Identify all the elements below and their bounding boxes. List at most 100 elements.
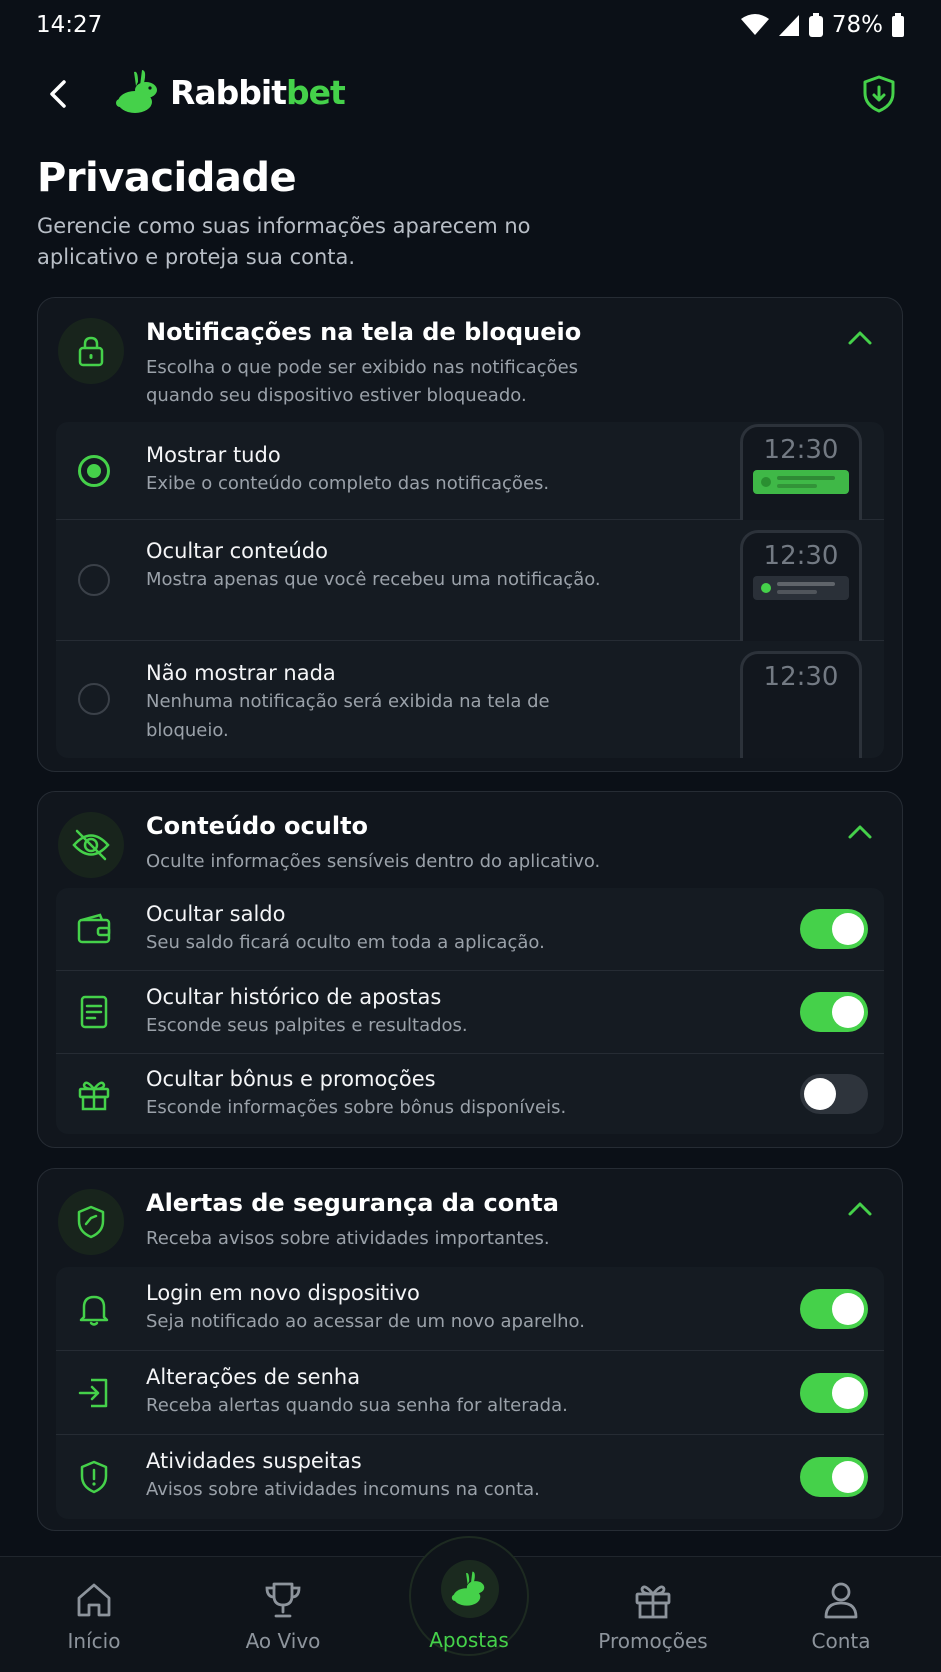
preview-time: 12:30	[763, 662, 839, 692]
preview-notification-minimal	[753, 576, 849, 600]
section-title: Conteúdo oculto	[146, 812, 369, 840]
option-title: Não mostrar nada	[146, 661, 336, 685]
gift-icon	[70, 1070, 118, 1118]
apostas-icon-badge	[441, 1560, 499, 1618]
status-bar: 14:27 78%	[0, 0, 941, 50]
status-time: 14:27	[36, 12, 103, 38]
nav-label: Conta	[811, 1629, 871, 1653]
battery-percent: 78%	[831, 12, 883, 38]
security-alerts-header[interactable]: Alertas de segurança da conta Receba avi…	[38, 1169, 902, 1261]
section-title: Alertas de segurança da conta	[146, 1189, 559, 1217]
rabbit-logo-icon	[116, 70, 157, 113]
option-show-nothing[interactable]: Não mostrar nada Nenhuma notificação ser…	[56, 641, 884, 758]
receipt-icon	[70, 988, 118, 1036]
shield-alert-icon	[70, 1453, 118, 1501]
section-title: Notificações na tela de bloqueio	[146, 318, 582, 346]
security-alerts-card: Alertas de segurança da conta Receba avi…	[37, 1168, 903, 1531]
chevron-up-icon[interactable]	[844, 1193, 876, 1225]
setting-title: Ocultar histórico de apostas	[146, 985, 442, 1009]
brand-name-green: bet	[286, 72, 346, 112]
security-alerts-list: Login em novo dispositivo Seja notificad…	[56, 1267, 884, 1519]
nav-item-apostas[interactable]: Apostas	[409, 1536, 529, 1656]
option-description: Mostra apenas que você recebeu uma notif…	[146, 569, 601, 590]
shield-download-icon	[863, 75, 895, 113]
setting-description: Receba alertas quando sua senha for alte…	[146, 1395, 568, 1416]
setting-title: Atividades suspeitas	[146, 1449, 362, 1473]
brand-logo: Rabbitbet	[116, 68, 346, 116]
hide-bonus-row: Ocultar bônus e promoções Esconde inform…	[56, 1054, 884, 1134]
app-header: Rabbitbet	[0, 62, 941, 126]
nav-item-conta[interactable]: Conta	[771, 1577, 911, 1653]
hidden-content-list: Ocultar saldo Seu saldo ficará oculto em…	[56, 888, 884, 1134]
chevron-up-icon[interactable]	[844, 322, 876, 354]
toggle-password-change[interactable]	[800, 1373, 868, 1413]
nav-label: Promoções	[598, 1629, 708, 1653]
suspicious-activity-row: Atividades suspeitas Avisos sobre ativid…	[56, 1435, 884, 1519]
phone-preview-minimal: 12:30	[740, 530, 862, 641]
chevron-up-icon[interactable]	[844, 816, 876, 848]
back-arrow-icon	[50, 80, 66, 108]
radio-show-nothing[interactable]	[78, 683, 110, 715]
option-description: Nenhuma notificação será exibida na tela…	[146, 691, 550, 741]
gift-icon	[635, 1585, 671, 1619]
option-hide-content[interactable]: Ocultar conteúdo Mostra apenas que você …	[56, 520, 884, 641]
security-shield-button[interactable]	[857, 72, 901, 116]
nav-item-promocoes[interactable]: Promoções	[583, 1577, 723, 1653]
eye-off-icon	[72, 829, 110, 861]
status-indicators: 78%	[740, 12, 905, 38]
page-subtitle: Gerencie como suas informações aparecem …	[37, 214, 531, 269]
section-description: Escolha o que pode ser exibido nas notif…	[146, 357, 579, 406]
section-description: Receba avisos sobre atividades important…	[146, 1228, 550, 1249]
trophy-icon	[265, 1582, 301, 1618]
hide-bet-history-row: Ocultar histórico de apostas Esconde seu…	[56, 971, 884, 1054]
setting-title: Ocultar saldo	[146, 902, 286, 926]
hidden-content-header[interactable]: Conteúdo oculto Oculte informações sensí…	[38, 792, 902, 884]
notification-options-list: Mostrar tudo Exibe o conteúdo completo d…	[56, 422, 884, 758]
battery-saver-icon	[808, 13, 823, 37]
hide-balance-row: Ocultar saldo Seu saldo ficará oculto em…	[56, 888, 884, 971]
toggle-new-device-login[interactable]	[800, 1289, 868, 1329]
nav-item-inicio[interactable]: Início	[24, 1577, 164, 1653]
password-change-row: Alterações de senha Receba alertas quand…	[56, 1351, 884, 1435]
section-description: Oculte informações sensíveis dentro do a…	[146, 851, 601, 872]
toggle-hide-bet-history[interactable]	[800, 992, 868, 1032]
radio-show-all[interactable]	[78, 455, 110, 487]
nav-item-ao-vivo[interactable]: Ao Vivo	[213, 1577, 353, 1653]
hidden-content-card: Conteúdo oculto Oculte informações sensí…	[37, 791, 903, 1148]
option-title: Ocultar conteúdo	[146, 539, 328, 563]
user-icon	[824, 1582, 858, 1619]
lock-icon	[78, 336, 104, 367]
radio-hide-content[interactable]	[78, 564, 110, 596]
shield-check-icon	[77, 1205, 105, 1239]
lock-screen-notifications-header[interactable]: Notificações na tela de bloqueio Escolha…	[38, 298, 902, 416]
toggle-hide-bonus[interactable]	[800, 1074, 868, 1114]
new-device-login-row: Login em novo dispositivo Seja notificad…	[56, 1267, 884, 1351]
rabbit-icon	[451, 1571, 485, 1606]
login-arrow-icon	[70, 1369, 118, 1417]
shield-check-icon-badge	[58, 1189, 124, 1255]
setting-description: Esconde seus palpites e resultados.	[146, 1015, 468, 1036]
nav-label: Apostas	[429, 1628, 509, 1652]
bell-icon	[70, 1285, 118, 1333]
option-description: Exibe o conteúdo completo das notificaçõ…	[146, 473, 550, 494]
nav-label: Início	[67, 1629, 121, 1653]
lock-icon-badge	[58, 318, 124, 384]
back-button[interactable]	[40, 74, 80, 114]
preview-time: 12:30	[763, 435, 839, 465]
page-title: Privacidade	[37, 155, 297, 201]
battery-icon	[892, 13, 904, 37]
nav-label: Ao Vivo	[245, 1629, 321, 1653]
setting-description: Esconde informações sobre bônus disponív…	[146, 1097, 567, 1118]
wifi-icon	[740, 14, 769, 35]
preview-notification-full	[753, 470, 849, 494]
toggle-suspicious-activity[interactable]	[800, 1457, 868, 1497]
toggle-hide-balance[interactable]	[800, 909, 868, 949]
lock-screen-notifications-card: Notificações na tela de bloqueio Escolha…	[37, 297, 903, 772]
preview-time: 12:30	[763, 541, 839, 571]
phone-preview-empty: 12:30	[740, 651, 862, 758]
home-icon	[77, 1583, 111, 1617]
option-title: Mostrar tudo	[146, 443, 281, 467]
option-show-all[interactable]: Mostrar tudo Exibe o conteúdo completo d…	[56, 422, 884, 520]
setting-title: Alterações de senha	[146, 1365, 361, 1389]
signal-icon	[778, 15, 799, 36]
